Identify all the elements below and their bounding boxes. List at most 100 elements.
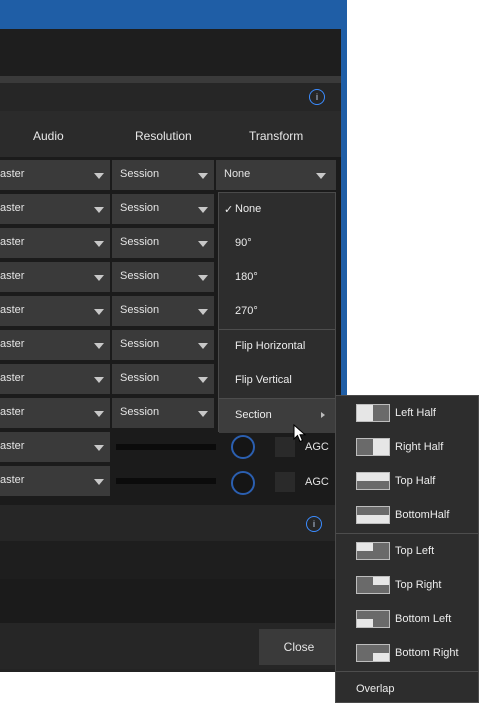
audio-dropdown[interactable]: aster — [0, 432, 110, 462]
audio-dropdown[interactable]: aster — [0, 330, 110, 360]
audio-dropdown[interactable]: aster — [0, 194, 110, 224]
audio-dropdown-value: aster — [0, 338, 25, 350]
close-button[interactable]: Close — [259, 629, 339, 665]
audio-dropdown-value: aster — [0, 236, 25, 248]
chevron-down-icon — [198, 309, 208, 315]
audio-dropdown[interactable]: aster — [0, 160, 110, 190]
mouse-cursor-icon — [293, 424, 307, 443]
resolution-dropdown[interactable]: Session — [112, 364, 214, 394]
submenu-item-label: Top Right — [395, 579, 442, 591]
chevron-down-icon — [94, 275, 104, 281]
chevron-down-icon — [316, 173, 326, 179]
audio-dropdown[interactable]: aster — [0, 296, 110, 326]
menu-item-90[interactable]: 90° — [219, 227, 335, 261]
menu-item-label: Section — [235, 409, 272, 421]
audio-dropdown-value: aster — [0, 406, 25, 418]
audio-level-meter — [116, 478, 216, 484]
submenu-item-top-right[interactable]: Top Right — [336, 568, 478, 602]
submenu-item-right-half[interactable]: Right Half — [336, 430, 478, 464]
resolution-dropdown-value: Session — [120, 168, 160, 180]
transform-dropdown-value: None — [224, 168, 251, 180]
gain-knob[interactable] — [231, 435, 255, 459]
resolution-dropdown-value: Session — [120, 236, 160, 248]
chevron-down-icon — [198, 207, 208, 213]
resolution-dropdown-value: Session — [120, 304, 160, 316]
table-row: aster AGC — [0, 464, 341, 498]
resolution-dropdown[interactable]: Session — [112, 296, 214, 326]
chevron-right-icon — [321, 412, 325, 418]
resolution-dropdown[interactable]: Session — [112, 160, 214, 190]
menu-item-label: 270° — [235, 305, 258, 317]
resolution-dropdown[interactable]: Session — [112, 262, 214, 292]
resolution-dropdown[interactable]: Session — [112, 194, 214, 224]
menu-item-180[interactable]: 180° — [219, 261, 335, 295]
agc-checkbox[interactable] — [275, 437, 295, 457]
audio-dropdown-value: aster — [0, 270, 25, 282]
chevron-down-icon — [94, 445, 104, 451]
submenu-item-label: Overlap — [356, 683, 395, 695]
bottom-left-icon — [356, 610, 390, 628]
submenu-item-overlap[interactable]: Overlap — [336, 672, 478, 706]
chevron-down-icon — [94, 241, 104, 247]
table-row: aster AGC — [0, 430, 341, 464]
audio-dropdown[interactable]: aster — [0, 228, 110, 258]
gain-knob[interactable] — [231, 471, 255, 495]
chevron-down-icon — [198, 173, 208, 179]
audio-dropdown-value: aster — [0, 440, 25, 452]
chevron-down-icon — [94, 309, 104, 315]
submenu-item-bottom-left[interactable]: Bottom Left — [336, 602, 478, 636]
submenu-item-label: Top Left — [395, 545, 435, 557]
menu-item-flip-vertical[interactable]: Flip Vertical — [219, 364, 335, 398]
resolution-dropdown[interactable]: Session — [112, 330, 214, 360]
audio-dropdown-value: aster — [0, 474, 25, 486]
menu-item-none[interactable]: ✓ None — [219, 193, 335, 227]
menu-item-label: 90° — [235, 237, 252, 249]
menu-item-label: 180° — [235, 271, 258, 283]
bottom-half-icon — [356, 506, 390, 524]
audio-dropdown-value: aster — [0, 202, 25, 214]
chevron-down-icon — [198, 275, 208, 281]
top-left-icon — [356, 542, 390, 560]
right-half-icon — [356, 438, 390, 456]
audio-dropdown[interactable]: aster — [0, 262, 110, 292]
resolution-dropdown-value: Session — [120, 372, 160, 384]
transform-dropdown[interactable]: None — [216, 160, 336, 190]
section-submenu: Left Half Right Half Top Half BottomHalf… — [335, 395, 479, 703]
column-header-audio: Audio — [33, 129, 64, 143]
agc-checkbox[interactable] — [275, 472, 295, 492]
submenu-item-label: Bottom Left — [395, 613, 452, 625]
top-separator — [0, 76, 341, 83]
submenu-item-bottom-right[interactable]: Bottom Right — [336, 636, 478, 670]
submenu-item-label: BottomHalf — [395, 509, 450, 521]
audio-dropdown[interactable]: aster — [0, 398, 110, 428]
table-row: aster Session None — [0, 158, 341, 192]
audio-dropdown-value: aster — [0, 372, 25, 384]
submenu-item-left-half[interactable]: Left Half — [336, 396, 478, 430]
audio-dropdown-value: aster — [0, 304, 25, 316]
menu-item-270[interactable]: 270° — [219, 295, 335, 329]
audio-dropdown[interactable]: aster — [0, 364, 110, 394]
submenu-item-top-half[interactable]: Top Half — [336, 464, 478, 498]
agc-label: AGC — [305, 476, 329, 488]
chevron-down-icon — [94, 377, 104, 383]
chevron-down-icon — [94, 207, 104, 213]
resolution-dropdown[interactable]: Session — [112, 228, 214, 258]
top-right-icon — [356, 576, 390, 594]
info-icon[interactable]: i — [309, 89, 325, 105]
top-panel — [0, 29, 341, 76]
info-icon[interactable]: i — [306, 516, 322, 532]
chevron-down-icon — [198, 411, 208, 417]
audio-dropdown[interactable]: aster — [0, 466, 110, 496]
menu-item-label: Flip Vertical — [235, 374, 292, 386]
submenu-item-label: Right Half — [395, 441, 444, 453]
submenu-item-top-left[interactable]: Top Left — [336, 534, 478, 568]
top-half-icon — [356, 472, 390, 490]
column-header-row: Audio Resolution Transform — [0, 111, 341, 157]
section-header: i — [0, 83, 341, 111]
left-half-icon — [356, 404, 390, 422]
resolution-dropdown-value: Session — [120, 270, 160, 282]
menu-item-section[interactable]: Section — [219, 399, 335, 433]
menu-item-flip-horizontal[interactable]: Flip Horizontal — [219, 330, 335, 364]
submenu-item-bottom-half[interactable]: BottomHalf — [336, 498, 478, 532]
resolution-dropdown[interactable]: Session — [112, 398, 214, 428]
